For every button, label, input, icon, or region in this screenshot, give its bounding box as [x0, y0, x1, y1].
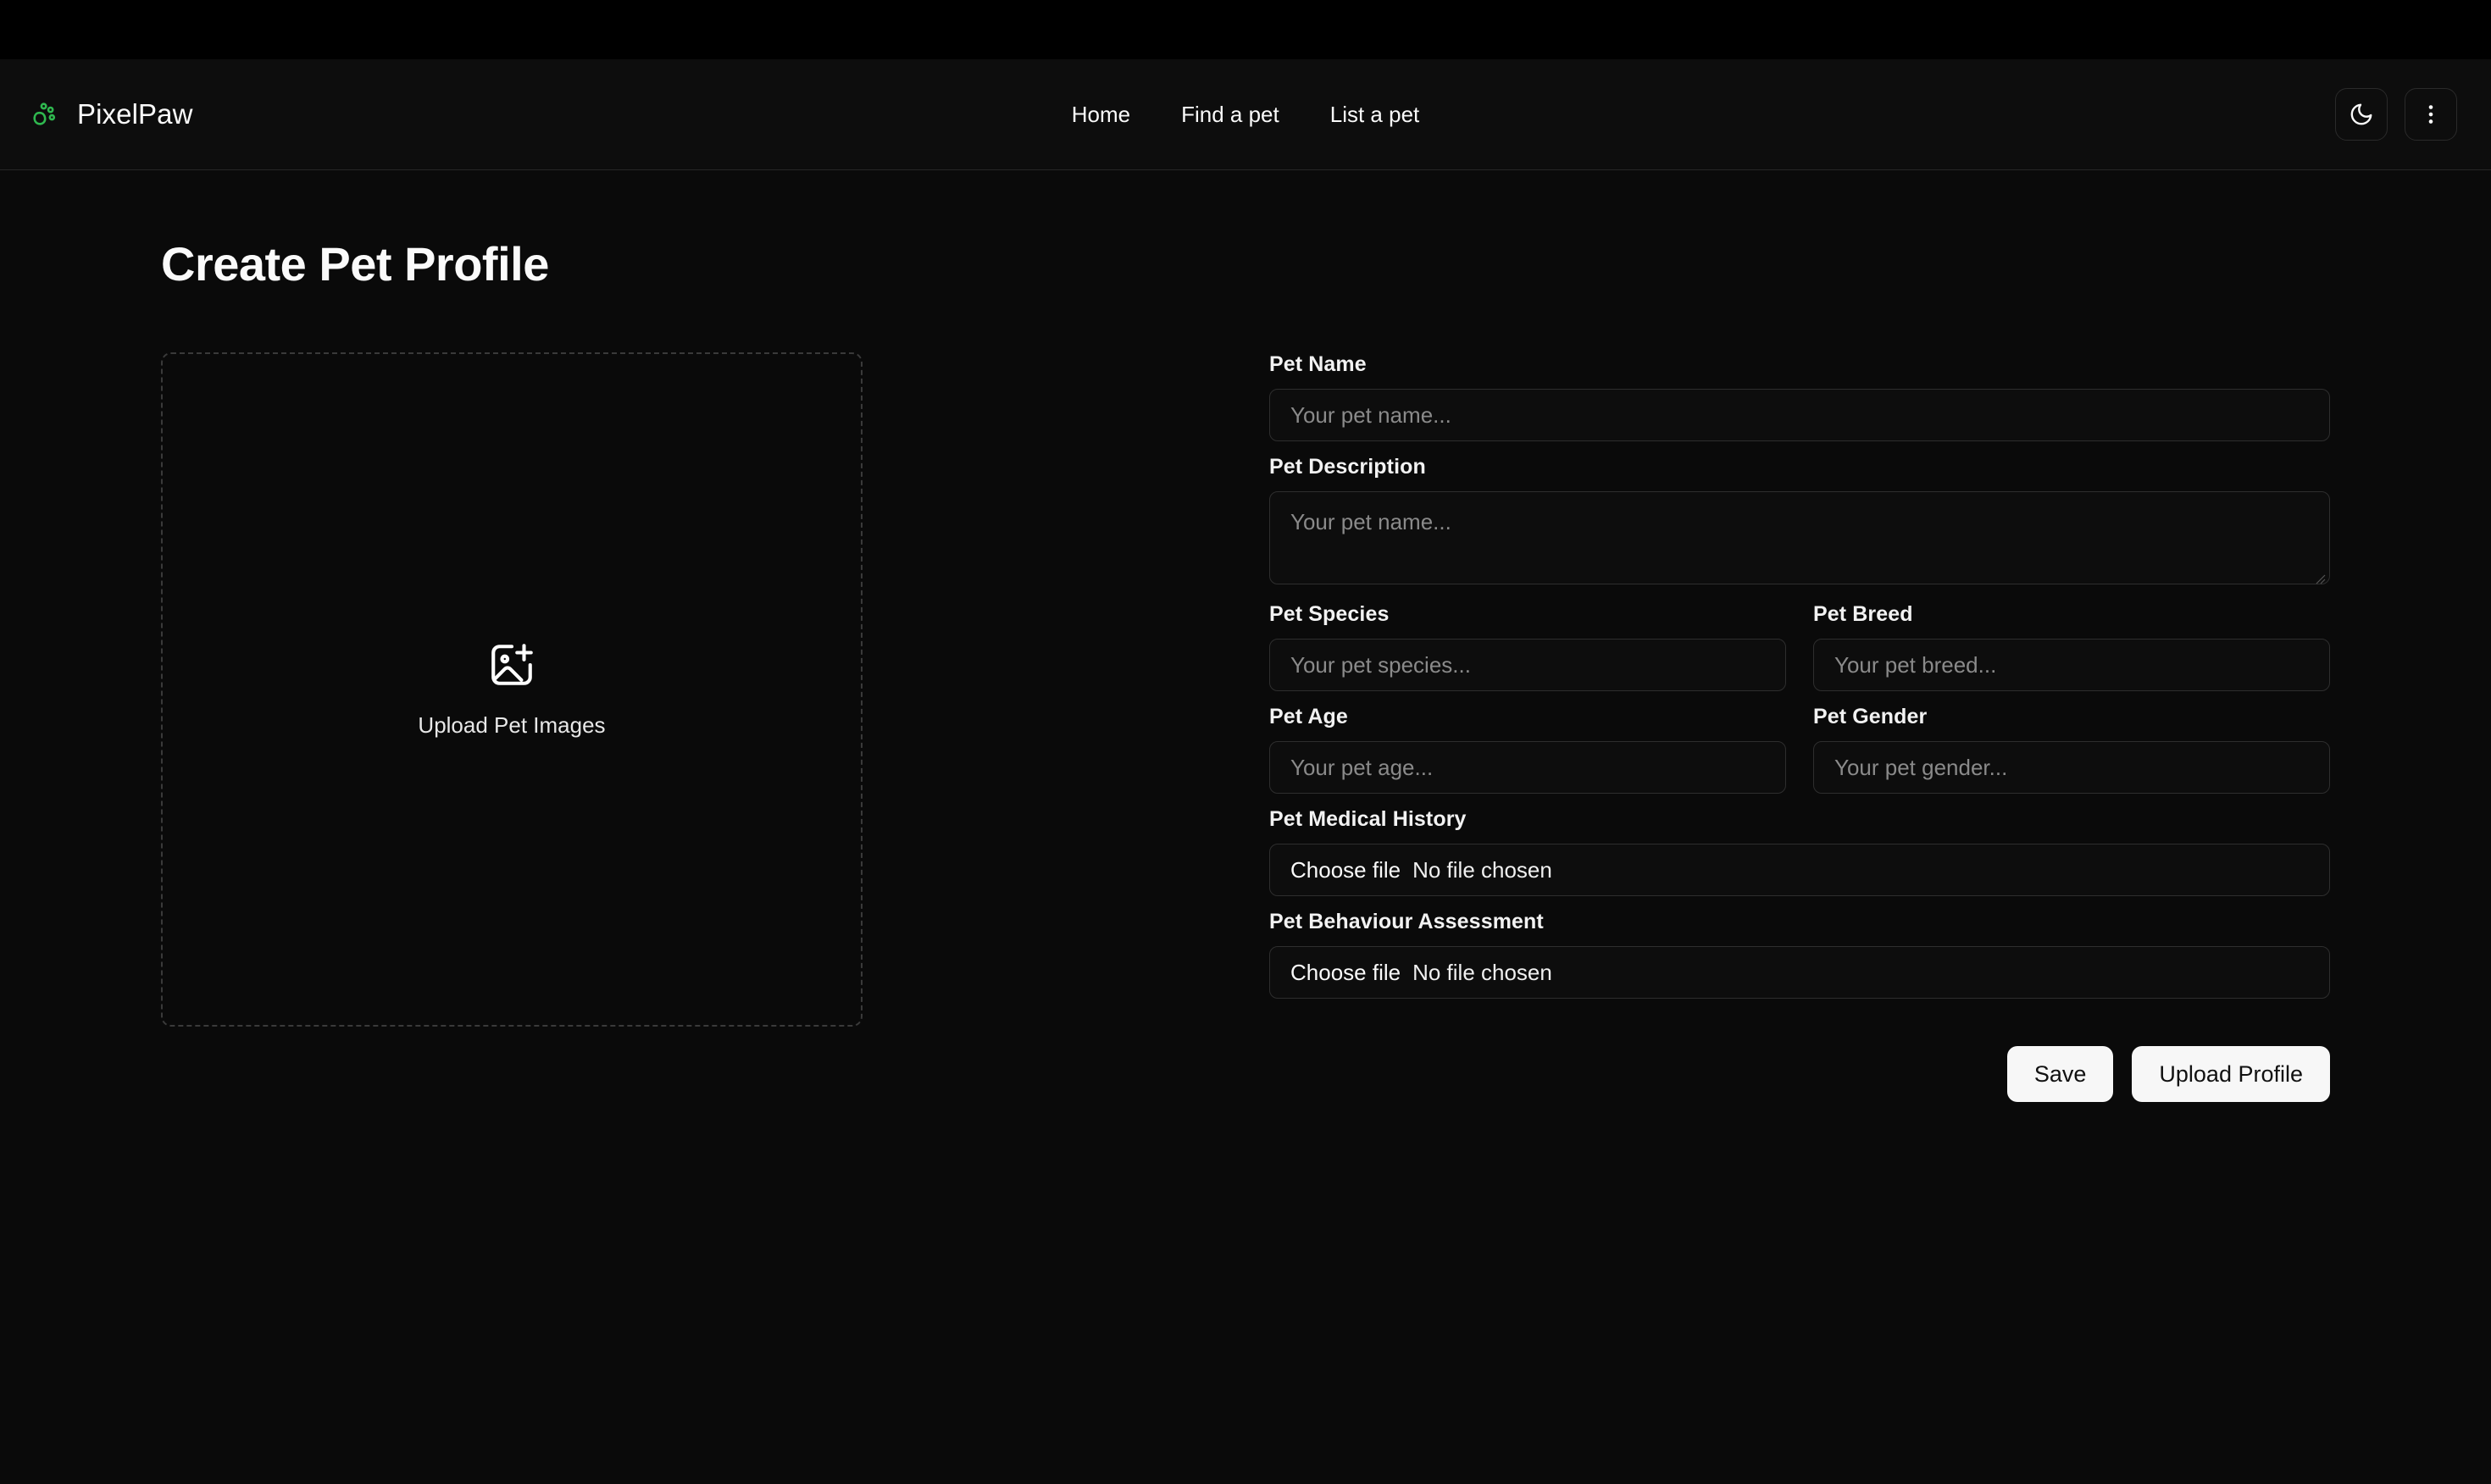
pet-age-input[interactable] [1269, 741, 1786, 794]
browser-chrome-strip [0, 0, 2491, 59]
pet-behaviour-assessment-label: Pet Behaviour Assessment [1269, 910, 1544, 933]
site-header: PixelPaw Home Find a pet List a pet [0, 59, 2491, 170]
field-gap [1269, 794, 2330, 807]
field-gap [1269, 896, 2330, 910]
field-pet-medical-history: Pet Medical History Choose file No file … [1269, 807, 2330, 896]
field-pet-description: Pet Description [1269, 455, 2330, 589]
field-pet-behaviour-assessment: Pet Behaviour Assessment Choose file No … [1269, 910, 2330, 999]
upload-pet-images-dropzone[interactable]: Upload Pet Images [161, 352, 863, 1027]
pet-name-label: Pet Name [1269, 352, 1367, 376]
pet-breed-label: Pet Breed [1813, 602, 1913, 626]
brand-logo-link[interactable]: PixelPaw [27, 97, 193, 131]
pet-behaviour-assessment-file-input[interactable]: Choose file No file chosen [1269, 946, 2330, 999]
image-plus-icon [487, 640, 536, 694]
header-actions [2335, 88, 2464, 141]
pet-profile-form: Pet Name Pet Description [863, 352, 2330, 1102]
field-pet-gender: Pet Gender [1813, 705, 2330, 794]
row-species-breed: Pet Species Pet Breed [1269, 602, 2330, 691]
choose-file-button-text[interactable]: Choose file [1290, 960, 1401, 986]
row-age-gender: Pet Age Pet Gender [1269, 705, 2330, 794]
field-gap [1269, 589, 2330, 602]
file-status-text: No file chosen [1412, 959, 1552, 985]
page-title: Create Pet Profile [161, 237, 549, 291]
pet-species-label: Pet Species [1269, 602, 1390, 626]
moon-icon [2349, 102, 2374, 127]
choose-file-button-text[interactable]: Choose file [1290, 857, 1401, 883]
file-status-text: No file chosen [1412, 856, 1552, 883]
field-pet-age: Pet Age [1269, 705, 1786, 794]
field-pet-name: Pet Name [1269, 352, 2330, 441]
brand-name: PixelPaw [77, 98, 193, 130]
kebab-menu-icon [2418, 102, 2444, 127]
overflow-menu-button[interactable] [2405, 88, 2457, 141]
profile-form-layout: Upload Pet Images Pet Name Pet Descripti… [161, 352, 2330, 1102]
pet-medical-history-file-input[interactable]: Choose file No file chosen [1269, 844, 2330, 896]
pet-medical-history-label: Pet Medical History [1269, 807, 1467, 831]
paw-icon [29, 97, 63, 131]
pet-age-label: Pet Age [1269, 705, 1348, 728]
field-pet-species: Pet Species [1269, 602, 1786, 691]
pet-species-input[interactable] [1269, 639, 1786, 691]
pet-breed-input[interactable] [1813, 639, 2330, 691]
pet-gender-input[interactable] [1813, 741, 2330, 794]
upload-dropzone-label: Upload Pet Images [418, 712, 606, 738]
field-gap [1269, 441, 2330, 455]
page-content: Create Pet Profile Upload Pet Images Pet… [0, 170, 2491, 1484]
nav-link-find-a-pet[interactable]: Find a pet [1181, 102, 1279, 128]
nav-link-home[interactable]: Home [1072, 102, 1130, 128]
field-pet-breed: Pet Breed [1813, 602, 2330, 691]
pet-description-wrapper [1269, 491, 2330, 589]
theme-toggle-button[interactable] [2335, 88, 2388, 141]
upload-profile-button[interactable]: Upload Profile [2132, 1046, 2330, 1102]
pet-name-input[interactable] [1269, 389, 2330, 441]
pet-gender-label: Pet Gender [1813, 705, 1928, 728]
pet-description-textarea[interactable] [1269, 491, 2330, 584]
app-root: PixelPaw Home Find a pet List a pet Crea… [0, 59, 2491, 1484]
nav-link-list-a-pet[interactable]: List a pet [1330, 102, 1420, 128]
save-button[interactable]: Save [2006, 1046, 2114, 1102]
upload-column: Upload Pet Images [161, 352, 863, 1102]
field-gap [1269, 691, 2330, 705]
main-nav: Home Find a pet List a pet [1072, 102, 1420, 128]
form-actions: Save Upload Profile [1269, 1046, 2330, 1102]
pet-description-label: Pet Description [1269, 455, 1426, 479]
